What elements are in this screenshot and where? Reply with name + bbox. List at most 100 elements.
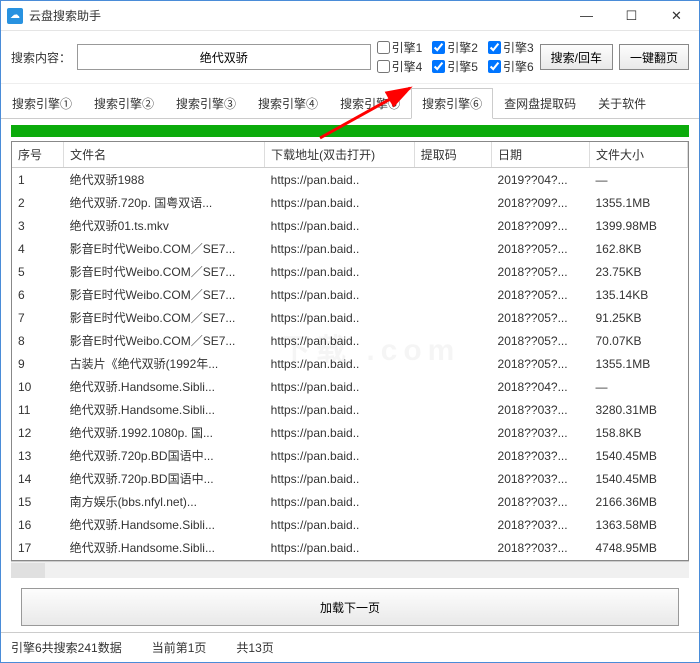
cell-n: 16 [12, 513, 64, 536]
tab-3[interactable]: 搜索引擎④ [247, 88, 329, 118]
cell-name: 古装片《绝代双骄(1992年... [64, 352, 265, 375]
cell-name: 影音E时代Weibo.COM／SE7... [64, 306, 265, 329]
engine-checkbox[interactable] [432, 41, 445, 54]
col-header-size[interactable]: 文件大小 [590, 142, 688, 168]
cell-n: 12 [12, 421, 64, 444]
cell-code [414, 421, 491, 444]
table-row[interactable]: 6影音E时代Weibo.COM／SE7...https://pan.baid..… [12, 283, 688, 306]
tab-1[interactable]: 搜索引擎② [83, 88, 165, 118]
col-header-url[interactable]: 下载地址(双击打开) [265, 142, 415, 168]
cell-name: 影音E时代Weibo.COM／SE7... [64, 260, 265, 283]
flip-page-button[interactable]: 一键翻页 [619, 44, 689, 70]
cell-n: 10 [12, 375, 64, 398]
cell-name: 绝代双骄.Handsome.Sibli... [64, 513, 265, 536]
tab-5[interactable]: 搜索引擎⑥ [411, 88, 493, 119]
cell-name: 绝代双骄.Handsome.Sibli... [64, 398, 265, 421]
engine-check-3[interactable]: 引擎3 [488, 39, 534, 56]
engine-check-1[interactable]: 引擎1 [377, 39, 423, 56]
engine-checkbox[interactable] [432, 60, 445, 73]
cell-name: 影音E时代Weibo.COM／SE7... [64, 329, 265, 352]
table-row[interactable]: 13绝代双骄.720p.BD国语中...https://pan.baid..20… [12, 444, 688, 467]
table-row[interactable]: 14绝代双骄.720p.BD国语中...https://pan.baid..20… [12, 467, 688, 490]
cell-url: https://pan.baid.. [265, 214, 415, 237]
cell-size: 3280.31MB [590, 398, 688, 421]
table-row[interactable]: 8影音E时代Weibo.COM／SE7...https://pan.baid..… [12, 329, 688, 352]
results-table-wrap[interactable]: 序号 文件名 下载地址(双击打开) 提取码 日期 文件大小 1绝代双骄1988h… [11, 141, 689, 561]
table-row[interactable]: 16绝代双骄.Handsome.Sibli...https://pan.baid… [12, 513, 688, 536]
load-more-button[interactable]: 加载下一页 [21, 588, 679, 626]
minimize-button[interactable]: — [564, 1, 609, 30]
cell-code [414, 306, 491, 329]
cell-size: 4748.95MB [590, 536, 688, 559]
cell-date: 2018??05?... [492, 329, 590, 352]
cell-name: 绝代双骄.720p.BD国语中... [64, 467, 265, 490]
tab-2[interactable]: 搜索引擎③ [165, 88, 247, 118]
table-row[interactable]: 4影音E时代Weibo.COM／SE7...https://pan.baid..… [12, 237, 688, 260]
col-header-code[interactable]: 提取码 [414, 142, 491, 168]
engine-check-4[interactable]: 引擎4 [377, 58, 423, 75]
cell-size: — [590, 168, 688, 192]
cell-url: https://pan.baid.. [265, 467, 415, 490]
tab-4[interactable]: 搜索引擎⑤ [329, 88, 411, 118]
col-header-name[interactable]: 文件名 [64, 142, 265, 168]
cell-n: 4 [12, 237, 64, 260]
cell-name: 绝代双骄.1992.1080p. 国... [64, 421, 265, 444]
engine-checkbox[interactable] [377, 60, 390, 73]
tab-6[interactable]: 查网盘提取码 [493, 88, 587, 118]
cell-code [414, 191, 491, 214]
engine-check-5[interactable]: 引擎5 [432, 58, 478, 75]
cell-code [414, 398, 491, 421]
engine-checkbox[interactable] [488, 41, 501, 54]
tab-7[interactable]: 关于软件 [587, 88, 657, 118]
search-button[interactable]: 搜索/回车 [540, 44, 613, 70]
cell-date: 2018??03?... [492, 421, 590, 444]
cell-date: 2018??03?... [492, 444, 590, 467]
engine-check-6[interactable]: 引擎6 [488, 58, 534, 75]
cell-size: 91.25KB [590, 306, 688, 329]
engine-checkbox[interactable] [488, 60, 501, 73]
table-row[interactable]: 10绝代双骄.Handsome.Sibli...https://pan.baid… [12, 375, 688, 398]
close-button[interactable]: ✕ [654, 1, 699, 30]
table-row[interactable]: 7影音E时代Weibo.COM／SE7...https://pan.baid..… [12, 306, 688, 329]
cell-size: 23.75KB [590, 260, 688, 283]
cell-name: 绝代双骄01.ts.mkv [64, 214, 265, 237]
cell-code [414, 513, 491, 536]
cell-url: https://pan.baid.. [265, 283, 415, 306]
table-row[interactable]: 11绝代双骄.Handsome.Sibli...https://pan.baid… [12, 398, 688, 421]
cell-n: 1 [12, 168, 64, 192]
table-row[interactable]: 9古装片《绝代双骄(1992年...https://pan.baid..2018… [12, 352, 688, 375]
search-label: 搜索内容： [11, 49, 71, 66]
table-row[interactable]: 17绝代双骄.Handsome.Sibli...https://pan.baid… [12, 536, 688, 559]
table-row[interactable]: 12绝代双骄.1992.1080p. 国...https://pan.baid.… [12, 421, 688, 444]
engine-checkbox[interactable] [377, 41, 390, 54]
cell-n: 14 [12, 467, 64, 490]
cell-code [414, 444, 491, 467]
table-row[interactable]: 2绝代双骄.720p. 国粤双语...https://pan.baid..201… [12, 191, 688, 214]
table-row[interactable]: 1绝代双骄1988https://pan.baid..2019??04?...— [12, 168, 688, 192]
cell-url: https://pan.baid.. [265, 306, 415, 329]
cell-date: 2018??03?... [492, 398, 590, 421]
cell-url: https://pan.baid.. [265, 352, 415, 375]
cell-n: 3 [12, 214, 64, 237]
cell-date: 2018??03?... [492, 536, 590, 559]
tab-0[interactable]: 搜索引擎① [1, 88, 83, 118]
table-row[interactable]: 5影音E时代Weibo.COM／SE7...https://pan.baid..… [12, 260, 688, 283]
cell-n: 17 [12, 536, 64, 559]
col-header-num[interactable]: 序号 [12, 142, 64, 168]
col-header-date[interactable]: 日期 [492, 142, 590, 168]
cell-size: 2166.36MB [590, 490, 688, 513]
maximize-button[interactable]: ☐ [609, 1, 654, 30]
search-input[interactable] [77, 44, 371, 70]
cell-size: 1355.1MB [590, 352, 688, 375]
cell-size: 158.8KB [590, 421, 688, 444]
horizontal-scrollbar[interactable] [11, 561, 689, 578]
cell-name: 绝代双骄1988 [64, 168, 265, 192]
cell-size: 1399.98MB [590, 214, 688, 237]
table-row[interactable]: 3绝代双骄01.ts.mkvhttps://pan.baid..2018??09… [12, 214, 688, 237]
cell-code [414, 283, 491, 306]
cell-n: 9 [12, 352, 64, 375]
table-row[interactable]: 15南方娱乐(bbs.nfyl.net)...https://pan.baid.… [12, 490, 688, 513]
cell-url: https://pan.baid.. [265, 513, 415, 536]
cell-n: 8 [12, 329, 64, 352]
engine-check-2[interactable]: 引擎2 [432, 39, 478, 56]
